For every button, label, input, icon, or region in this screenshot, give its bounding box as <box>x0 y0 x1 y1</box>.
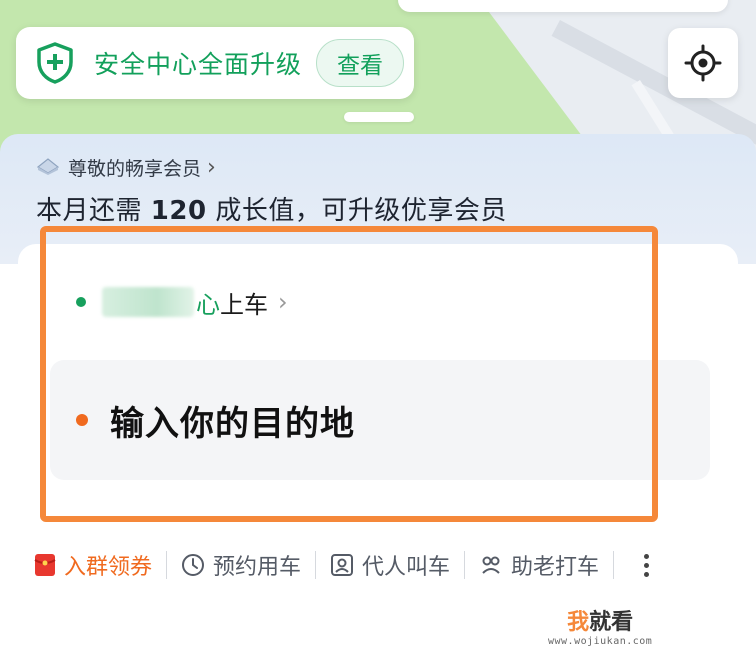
quick-actions-bar: 入群领券 预约用车 代人叫车 助老打车 <box>0 540 756 590</box>
divider <box>166 551 168 579</box>
crown-icon <box>36 155 60 180</box>
watermark-char: 我 <box>567 610 590 635</box>
quick-action-label: 代人叫车 <box>362 555 451 580</box>
quick-action-elder-ride[interactable]: 助老打车 <box>479 549 599 581</box>
quick-action-label: 助老打车 <box>511 555 600 580</box>
destination-placeholder: 输入你的目的地 <box>110 403 355 444</box>
view-button[interactable]: 查看 <box>316 39 404 87</box>
map-popup <box>398 0 728 12</box>
shield-plus-icon <box>30 38 80 88</box>
destination-dot <box>76 414 88 426</box>
safety-center-banner[interactable]: 安全中心全面升级 查看 <box>16 27 414 99</box>
locate-button[interactable] <box>668 28 738 98</box>
growth-number: 120 <box>150 196 207 226</box>
pickup-dot <box>76 297 86 307</box>
member-level-link[interactable]: 尊敬的畅享会员 › <box>36 154 216 181</box>
destination-input[interactable]: 输入你的目的地 <box>50 360 710 480</box>
elder-icon <box>479 553 503 577</box>
pickup-label: 心上车 <box>196 285 268 320</box>
growth-suffix: 成长值，可升级优享会员 <box>215 196 507 226</box>
clock-icon <box>181 553 205 577</box>
divider <box>315 551 317 579</box>
divider <box>464 551 466 579</box>
safety-center-text: 安全中心全面升级 <box>94 50 303 79</box>
drag-handle[interactable] <box>344 112 414 122</box>
watermark-url: www.wojiukan.com <box>548 636 653 647</box>
pickup-address-tail: 心 <box>196 290 220 319</box>
more-options-icon[interactable] <box>644 553 650 577</box>
quick-action-label: 预约用车 <box>213 555 302 580</box>
member-title: 尊敬的畅享会员 <box>68 158 202 180</box>
pickup-suffix: 上车 <box>220 290 268 319</box>
chevron-right-icon: › <box>207 154 216 180</box>
watermark-logo: 我就看 www.wojiukan.com <box>548 604 652 647</box>
quick-action-label: 入群领券 <box>64 555 153 580</box>
quick-action-reserve[interactable]: 预约用车 <box>181 549 301 581</box>
crosshair-icon <box>684 44 722 82</box>
pickup-location[interactable]: 心上车 › <box>76 284 288 320</box>
chevron-right-icon: › <box>278 288 288 316</box>
divider <box>613 551 615 579</box>
pickup-address-blurred <box>102 287 194 317</box>
quick-action-group-coupon[interactable]: 入群领券 <box>34 549 152 581</box>
growth-prefix: 本月还需 <box>36 196 143 226</box>
quick-action-call-for-others[interactable]: 代人叫车 <box>330 549 450 581</box>
red-envelope-icon <box>34 553 56 577</box>
watermark-text: 就看 <box>589 610 634 635</box>
person-card-icon <box>330 553 354 577</box>
member-growth-info: 本月还需 120 成长值，可升级优享会员 <box>36 190 507 227</box>
